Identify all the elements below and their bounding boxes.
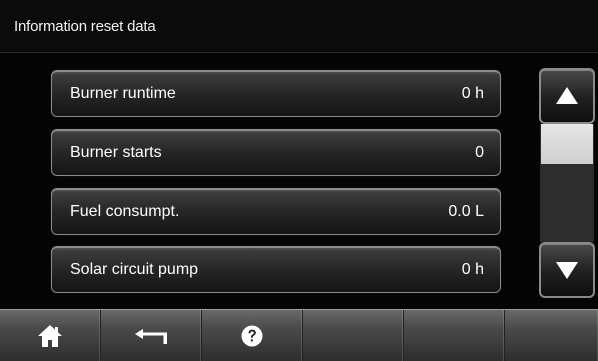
- item-value: 0: [475, 144, 484, 161]
- page-title: Information reset data: [14, 18, 156, 35]
- item-label: Burner starts: [70, 144, 162, 161]
- scrollbar-thumb[interactable]: [541, 124, 593, 164]
- toolbar-empty-button-2[interactable]: [404, 310, 505, 361]
- home-button[interactable]: [0, 310, 101, 361]
- back-arrow-icon: [135, 328, 167, 344]
- list-item-solar-circuit-pump[interactable]: Solar circuit pump 0 h: [51, 246, 501, 293]
- bottom-toolbar: [0, 309, 598, 361]
- header: Information reset data: [0, 0, 598, 53]
- arrow-up-icon: [556, 87, 578, 104]
- help-icon: [241, 325, 263, 346]
- list-item-burner-starts[interactable]: Burner starts 0: [51, 129, 501, 176]
- list-item-burner-runtime[interactable]: Burner runtime 0 h: [51, 70, 501, 117]
- home-icon: [38, 324, 62, 347]
- item-value: 0 h: [461, 261, 484, 278]
- item-label: Solar circuit pump: [70, 261, 199, 278]
- arrow-down-icon: [556, 262, 578, 279]
- toolbar-empty-button-3[interactable]: [505, 310, 598, 361]
- list-item-fuel-consumption[interactable]: Fuel consumpt. 0.0 L: [51, 188, 501, 235]
- item-label: Fuel consumpt.: [70, 203, 180, 220]
- scroll-down-button[interactable]: [539, 242, 595, 298]
- scroll-up-button[interactable]: [539, 68, 595, 124]
- toolbar-empty-button-1[interactable]: [303, 310, 404, 361]
- screen: Information reset data Burner runtime 0 …: [0, 0, 598, 361]
- item-value: 0.0 L: [448, 203, 484, 220]
- item-value: 0 h: [461, 85, 484, 102]
- item-label: Burner runtime: [70, 85, 176, 102]
- back-button[interactable]: [101, 310, 202, 361]
- help-button[interactable]: [202, 310, 303, 361]
